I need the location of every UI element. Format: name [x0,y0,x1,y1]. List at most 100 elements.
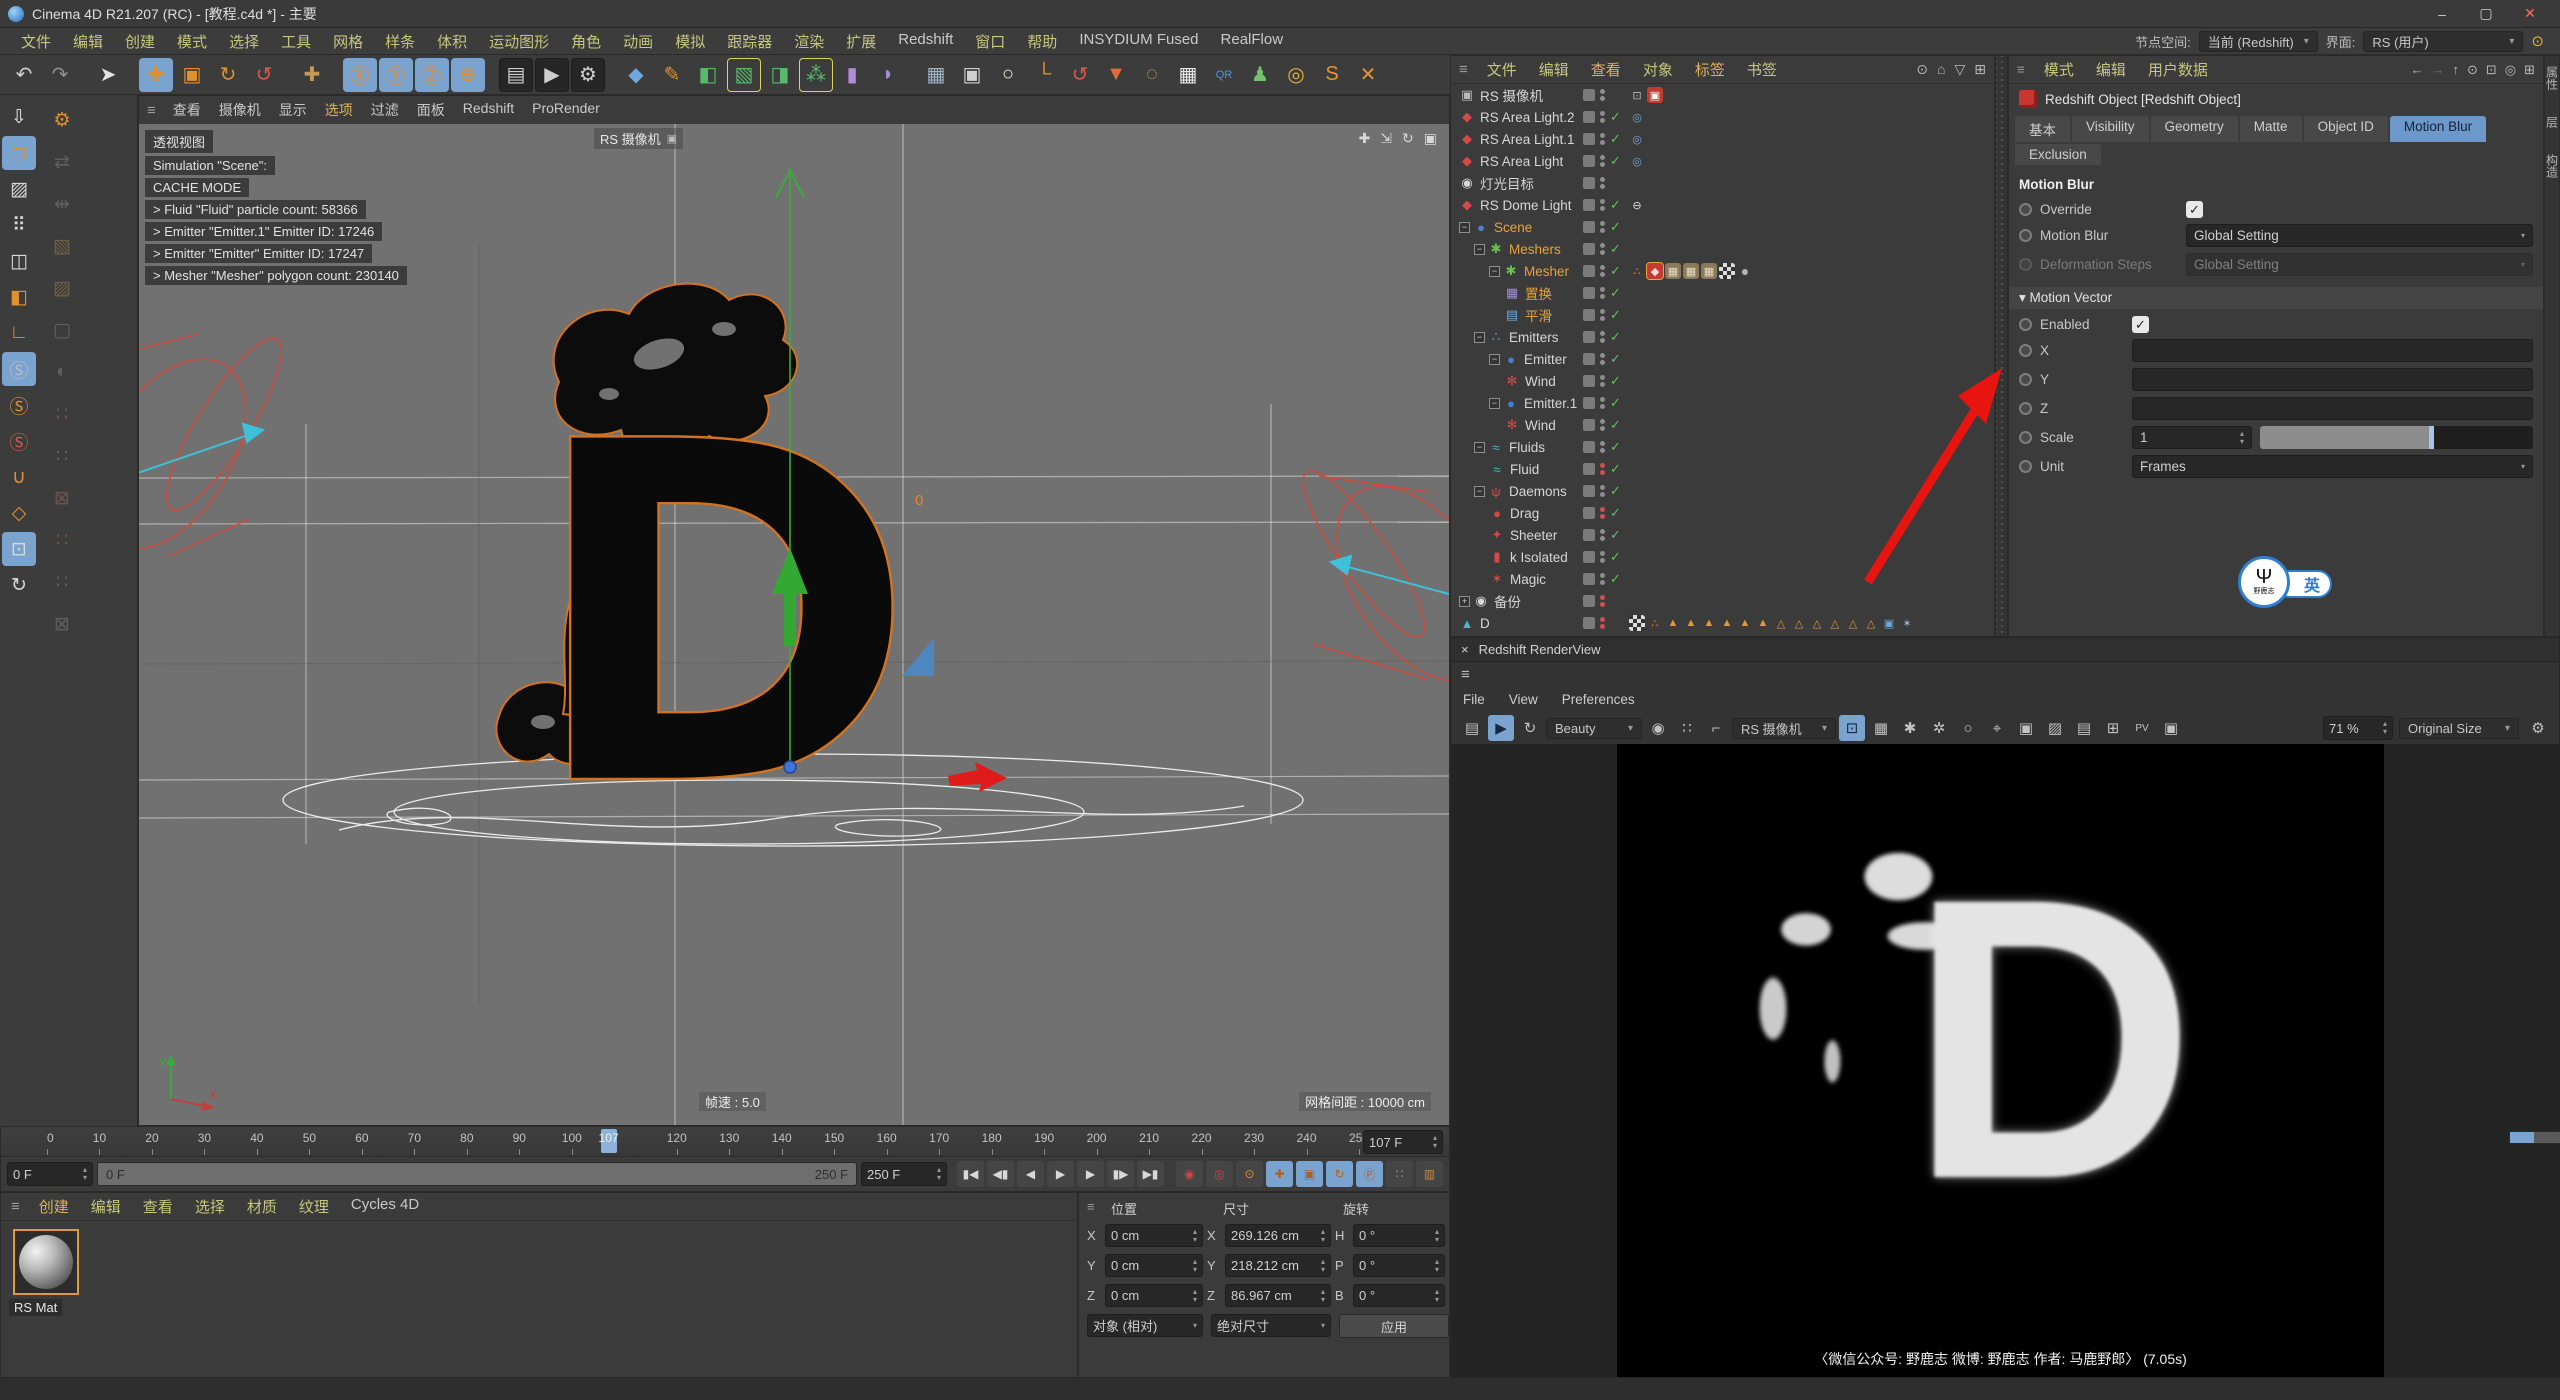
visibility-dots[interactable] [1600,133,1605,145]
motion-blur-dropdown[interactable]: Global Setting▾ [2186,224,2533,247]
undo-icon[interactable]: ↶ [7,58,41,92]
side-tab-structure[interactable]: 构造 [2544,154,2560,178]
am-hamburger-icon[interactable]: ≡ [2017,62,2025,77]
play-button[interactable]: ▶ [1047,1161,1074,1187]
enabled-check-icon[interactable]: ✓ [1610,505,1624,521]
enabled-check-icon[interactable]: ✓ [1610,395,1624,411]
vp-menu-ProRender[interactable]: ProRender [523,100,609,120]
tag-copy[interactable]: ▣ [1881,615,1897,631]
layer-toggle[interactable] [1583,485,1595,497]
rgb-channels-icon[interactable]: ◉ [1645,715,1671,741]
tag-sprite[interactable]: ▦ [1701,263,1717,279]
array-grid-icon[interactable]: ▦ [1171,58,1205,92]
render-settings-gear-icon[interactable]: ⚙ [2525,715,2551,741]
object-row-Drag[interactable]: ●Drag✓ [1451,502,1994,524]
tag-trif[interactable]: ▲ [1719,615,1735,631]
visibility-dots[interactable] [1600,573,1605,585]
pan-view-icon[interactable]: ✚ [1359,130,1371,147]
object-row-D[interactable]: ▲D∴▲▲▲▲▲▲△△△△△△▣✶ [1451,612,1994,634]
tag-sprite[interactable]: ▦ [1683,263,1699,279]
menu-角色[interactable]: 角色 [560,31,612,52]
tag-trio[interactable]: △ [1809,615,1825,631]
scene-camera-icon[interactable]: ▣ [955,58,989,92]
record-position-toggle[interactable]: ✚ [1266,1161,1293,1187]
point-grid-icon[interactable]: ∷ [40,394,84,434]
visibility-dots[interactable] [1600,551,1605,563]
menu-跟踪器[interactable]: 跟踪器 [716,31,783,52]
spline-pen-icon[interactable]: ✎ [655,58,689,92]
tag-trif[interactable]: ▲ [1665,615,1681,631]
visibility-dots[interactable] [1600,507,1605,519]
tag-trio[interactable]: △ [1845,615,1861,631]
point-grid4-icon[interactable]: ∷ [40,562,84,602]
tag-checker[interactable] [1719,263,1735,279]
am-forward-icon[interactable]: → [2431,62,2444,78]
rotation-b-input[interactable]: 0 °▴▾ [1353,1284,1445,1307]
am-search-icon[interactable]: ⊙ [2467,62,2478,78]
mat-menu-材质[interactable]: 材质 [236,1196,288,1217]
layer-toggle[interactable] [1583,595,1595,607]
collapse-icon[interactable]: − [1474,442,1485,453]
region-circle-icon[interactable]: ○ [1955,715,1981,741]
visibility-dots[interactable] [1600,331,1605,343]
enabled-check-icon[interactable]: ✓ [1610,307,1624,323]
fit-image-icon[interactable]: ▣ [2013,715,2039,741]
object-row-置换[interactable]: ▦置换✓ [1451,282,1994,304]
om-menu-查看[interactable]: 查看 [1580,59,1632,80]
visibility-dots[interactable] [1600,199,1605,211]
layer-toggle[interactable] [1583,133,1595,145]
layer-toggle[interactable] [1583,265,1595,277]
rendered-image[interactable]: D 〈微信公众号: 野鹿志 微博: 野鹿志 作者: 马鹿野郎〉 (7.05s) [1617,744,2384,1377]
am-lock-icon[interactable]: ⊡ [2486,62,2497,78]
psr-coords-icon[interactable]: ↺ [1063,58,1097,92]
visibility-dots[interactable] [1600,265,1605,277]
layer-toggle[interactable] [1583,111,1595,123]
om-filter-icon[interactable]: ▽ [1954,61,1965,78]
layer-toggle[interactable] [1583,221,1595,233]
workplane-icon[interactable]: ◇ [2,496,36,530]
timeline-range-slider[interactable]: 0 F250 F [97,1162,857,1186]
panel-splitter[interactable] [1995,55,2008,637]
toggle-view-icon[interactable]: ▣ [1424,130,1437,147]
object-row-k Isolated[interactable]: ▮k Isolated✓ [1451,546,1994,568]
volume-icon[interactable]: ⁂ [799,58,833,92]
layer-toggle[interactable] [1583,177,1595,189]
close-button[interactable]: ✕ [2508,1,2552,27]
field-icon[interactable]: ◗ [871,58,905,92]
selection-ring-icon[interactable]: ◌ [1135,58,1169,92]
tag-trif[interactable]: ▲ [1701,615,1717,631]
interface-dropdown[interactable]: RS (用户)▾ [2363,31,2523,52]
object-row-Mesher[interactable]: −✱Mesher✓∴◆▦▦▦● [1451,260,1994,282]
no-image2-icon[interactable]: ⊠ [40,604,84,644]
enabled-check-icon[interactable]: ✓ [1610,351,1624,367]
object-row-Fluid[interactable]: ≈Fluid✓ [1451,458,1994,480]
bucket-grid-icon[interactable]: ▦ [1868,715,1894,741]
save-image-icon[interactable]: ▤ [2071,715,2097,741]
point-grid2-icon[interactable]: ∷ [40,436,84,476]
layer-toggle[interactable] [1583,199,1595,211]
layer-toggle[interactable] [1583,287,1595,299]
tag-target[interactable]: ◎ [1629,153,1645,169]
enabled-check-icon[interactable]: ✓ [1610,153,1624,169]
visibility-dots[interactable] [1600,529,1605,541]
am-up-icon[interactable]: ↑ [2452,62,2459,78]
om-menu-书签[interactable]: 书签 [1736,59,1788,80]
layer-toggle[interactable] [1583,463,1595,475]
collapse-icon[interactable]: − [1474,332,1485,343]
visibility-dots[interactable] [1600,177,1605,189]
viewport-canvas[interactable]: D 透视视图Simulation "Scene":CACHE MODE> Flu… [139,124,1449,1125]
scale-tool-icon[interactable]: ▣ [175,58,209,92]
cube-ghost-icon[interactable]: ▢ [40,310,84,350]
keyframe-selection-button[interactable]: ⊙ [1236,1161,1263,1187]
tab-visibility[interactable]: Visibility [2072,116,2149,142]
live-selection-icon[interactable]: ➤ [91,58,125,92]
object-row-备份[interactable]: +◉备份 [1451,590,1994,612]
axis-z-lock-icon[interactable]: Ⓩ [415,58,449,92]
menu-RealFlow[interactable]: RealFlow [1210,31,1295,52]
add-image-icon[interactable]: ⊞ [2100,715,2126,741]
magnet-snap-icon[interactable]: ∪ [2,460,36,494]
tag-trif[interactable]: ▲ [1755,615,1771,631]
primitive-cube-icon[interactable]: ◆ [619,58,653,92]
render-picture-viewer-icon[interactable]: ▶ [535,58,569,92]
menu-Redshift[interactable]: Redshift [887,31,964,52]
